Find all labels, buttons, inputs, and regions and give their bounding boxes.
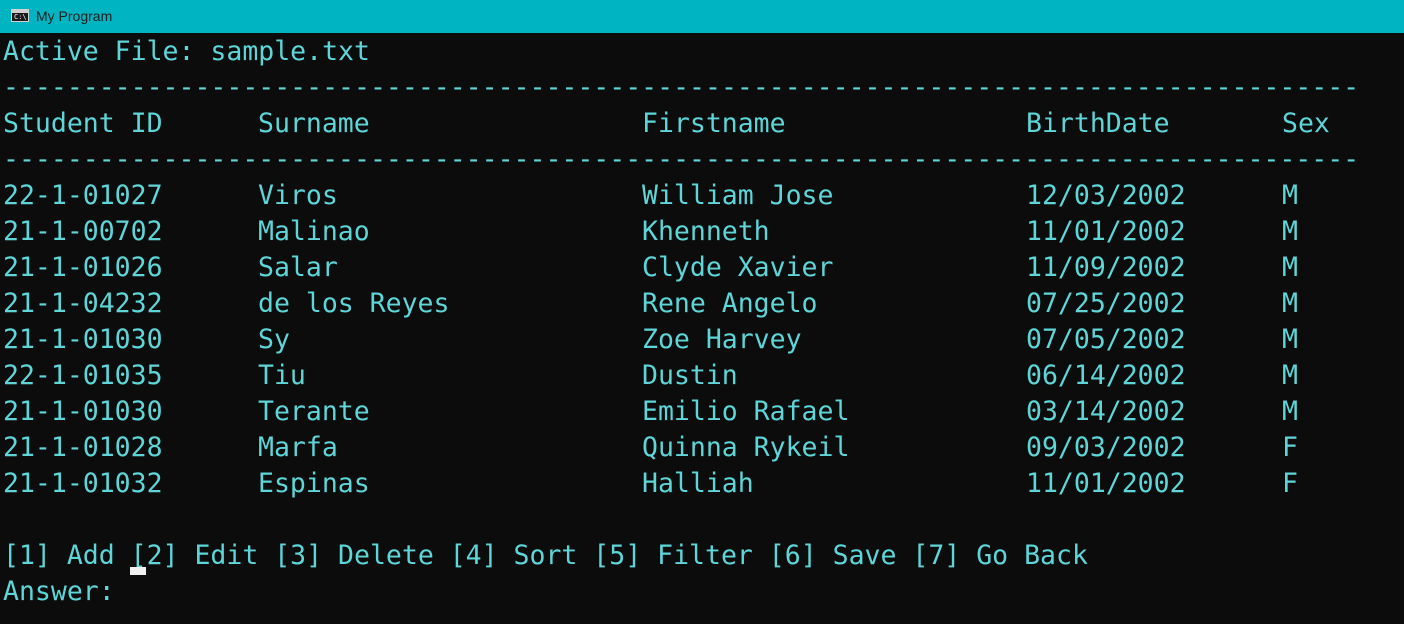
cell-sex: M <box>1282 252 1298 283</box>
cell-birthdate: 11/01/2002 <box>1026 216 1186 247</box>
cell-student-id: 22-1-01035 <box>3 360 163 391</box>
cell-student-id: 21-1-01030 <box>3 396 163 427</box>
console-icon: C:\ <box>11 9 29 22</box>
header-sex: Sex <box>1282 108 1330 139</box>
cell-surname: Viros <box>258 180 338 211</box>
cell-birthdate: 06/14/2002 <box>1026 360 1186 391</box>
title-bar[interactable]: C:\ My Program <box>0 0 1404 33</box>
separator-header: ----------------------------------------… <box>3 144 1363 175</box>
cell-student-id: 21-1-04232 <box>3 288 163 319</box>
cell-student-id: 21-1-01030 <box>3 324 163 355</box>
window-title: My Program <box>36 8 113 24</box>
cell-surname: Espinas <box>258 468 370 499</box>
cell-sex: M <box>1282 324 1298 355</box>
cell-sex: F <box>1282 432 1298 463</box>
header-birthdate: BirthDate <box>1026 108 1170 139</box>
cell-birthdate: 07/05/2002 <box>1026 324 1186 355</box>
cell-firstname: Zoe Harvey <box>642 324 802 355</box>
cell-firstname: Halliah <box>642 468 754 499</box>
menu-options-line: [1] Add [2] Edit [3] Delete [4] Sort [5]… <box>3 540 1088 571</box>
header-surname: Surname <box>258 108 370 139</box>
cell-surname: Salar <box>258 252 338 283</box>
cell-sex: M <box>1282 396 1298 427</box>
cell-firstname: Emilio Rafael <box>642 396 850 427</box>
cell-firstname: Clyde Xavier <box>642 252 834 283</box>
cell-birthdate: 11/01/2002 <box>1026 468 1186 499</box>
cell-student-id: 21-1-00702 <box>3 216 163 247</box>
cell-firstname: Dustin <box>642 360 738 391</box>
cell-surname: Terante <box>258 396 370 427</box>
cell-surname: Tiu <box>258 360 306 391</box>
cell-sex: M <box>1282 216 1298 247</box>
console-window: C:\ My Program Active File: sample.txt -… <box>0 0 1404 624</box>
cell-sex: M <box>1282 360 1298 391</box>
cell-birthdate: 09/03/2002 <box>1026 432 1186 463</box>
cell-student-id: 21-1-01028 <box>3 432 163 463</box>
cell-surname: Malinao <box>258 216 370 247</box>
cell-sex: M <box>1282 288 1298 319</box>
terminal-output[interactable]: Active File: sample.txt ----------------… <box>0 34 1404 624</box>
console-icon-glyph: C:\ <box>14 13 27 21</box>
cell-birthdate: 11/09/2002 <box>1026 252 1186 283</box>
cell-student-id: 21-1-01026 <box>3 252 163 283</box>
separator-top: ----------------------------------------… <box>3 72 1363 103</box>
cell-birthdate: 12/03/2002 <box>1026 180 1186 211</box>
cell-student-id: 22-1-01027 <box>3 180 163 211</box>
cell-sex: F <box>1282 468 1298 499</box>
cell-sex: M <box>1282 180 1298 211</box>
text-cursor <box>130 567 146 575</box>
header-firstname: Firstname <box>642 108 786 139</box>
answer-prompt: Answer: <box>3 574 131 610</box>
answer-prompt-label: Answer: <box>3 576 131 607</box>
active-file-line: Active File: sample.txt <box>3 36 370 67</box>
cell-firstname: Quinna Rykeil <box>642 432 850 463</box>
cell-surname: de los Reyes <box>258 288 450 319</box>
header-student-id: Student ID <box>3 108 163 139</box>
cell-birthdate: 07/25/2002 <box>1026 288 1186 319</box>
cell-firstname: Khenneth <box>642 216 770 247</box>
cell-firstname: Rene Angelo <box>642 288 818 319</box>
cell-surname: Marfa <box>258 432 338 463</box>
cell-surname: Sy <box>258 324 290 355</box>
cell-firstname: William Jose <box>642 180 834 211</box>
cell-student-id: 21-1-01032 <box>3 468 163 499</box>
cell-birthdate: 03/14/2002 <box>1026 396 1186 427</box>
